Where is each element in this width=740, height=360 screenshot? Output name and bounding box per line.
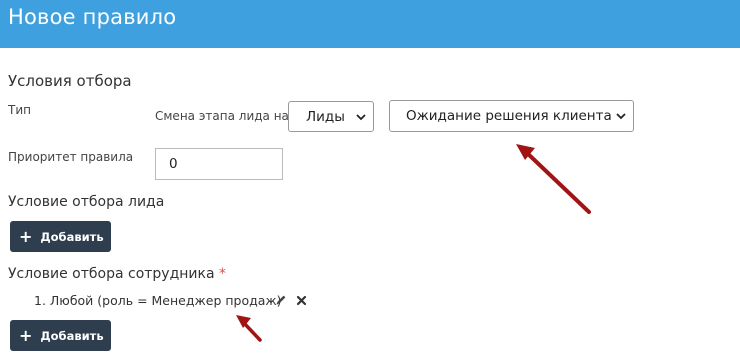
annotation-arrows [236, 144, 591, 342]
annotation-arrow-stage [516, 144, 591, 214]
annotation-arrow-item [236, 315, 262, 342]
